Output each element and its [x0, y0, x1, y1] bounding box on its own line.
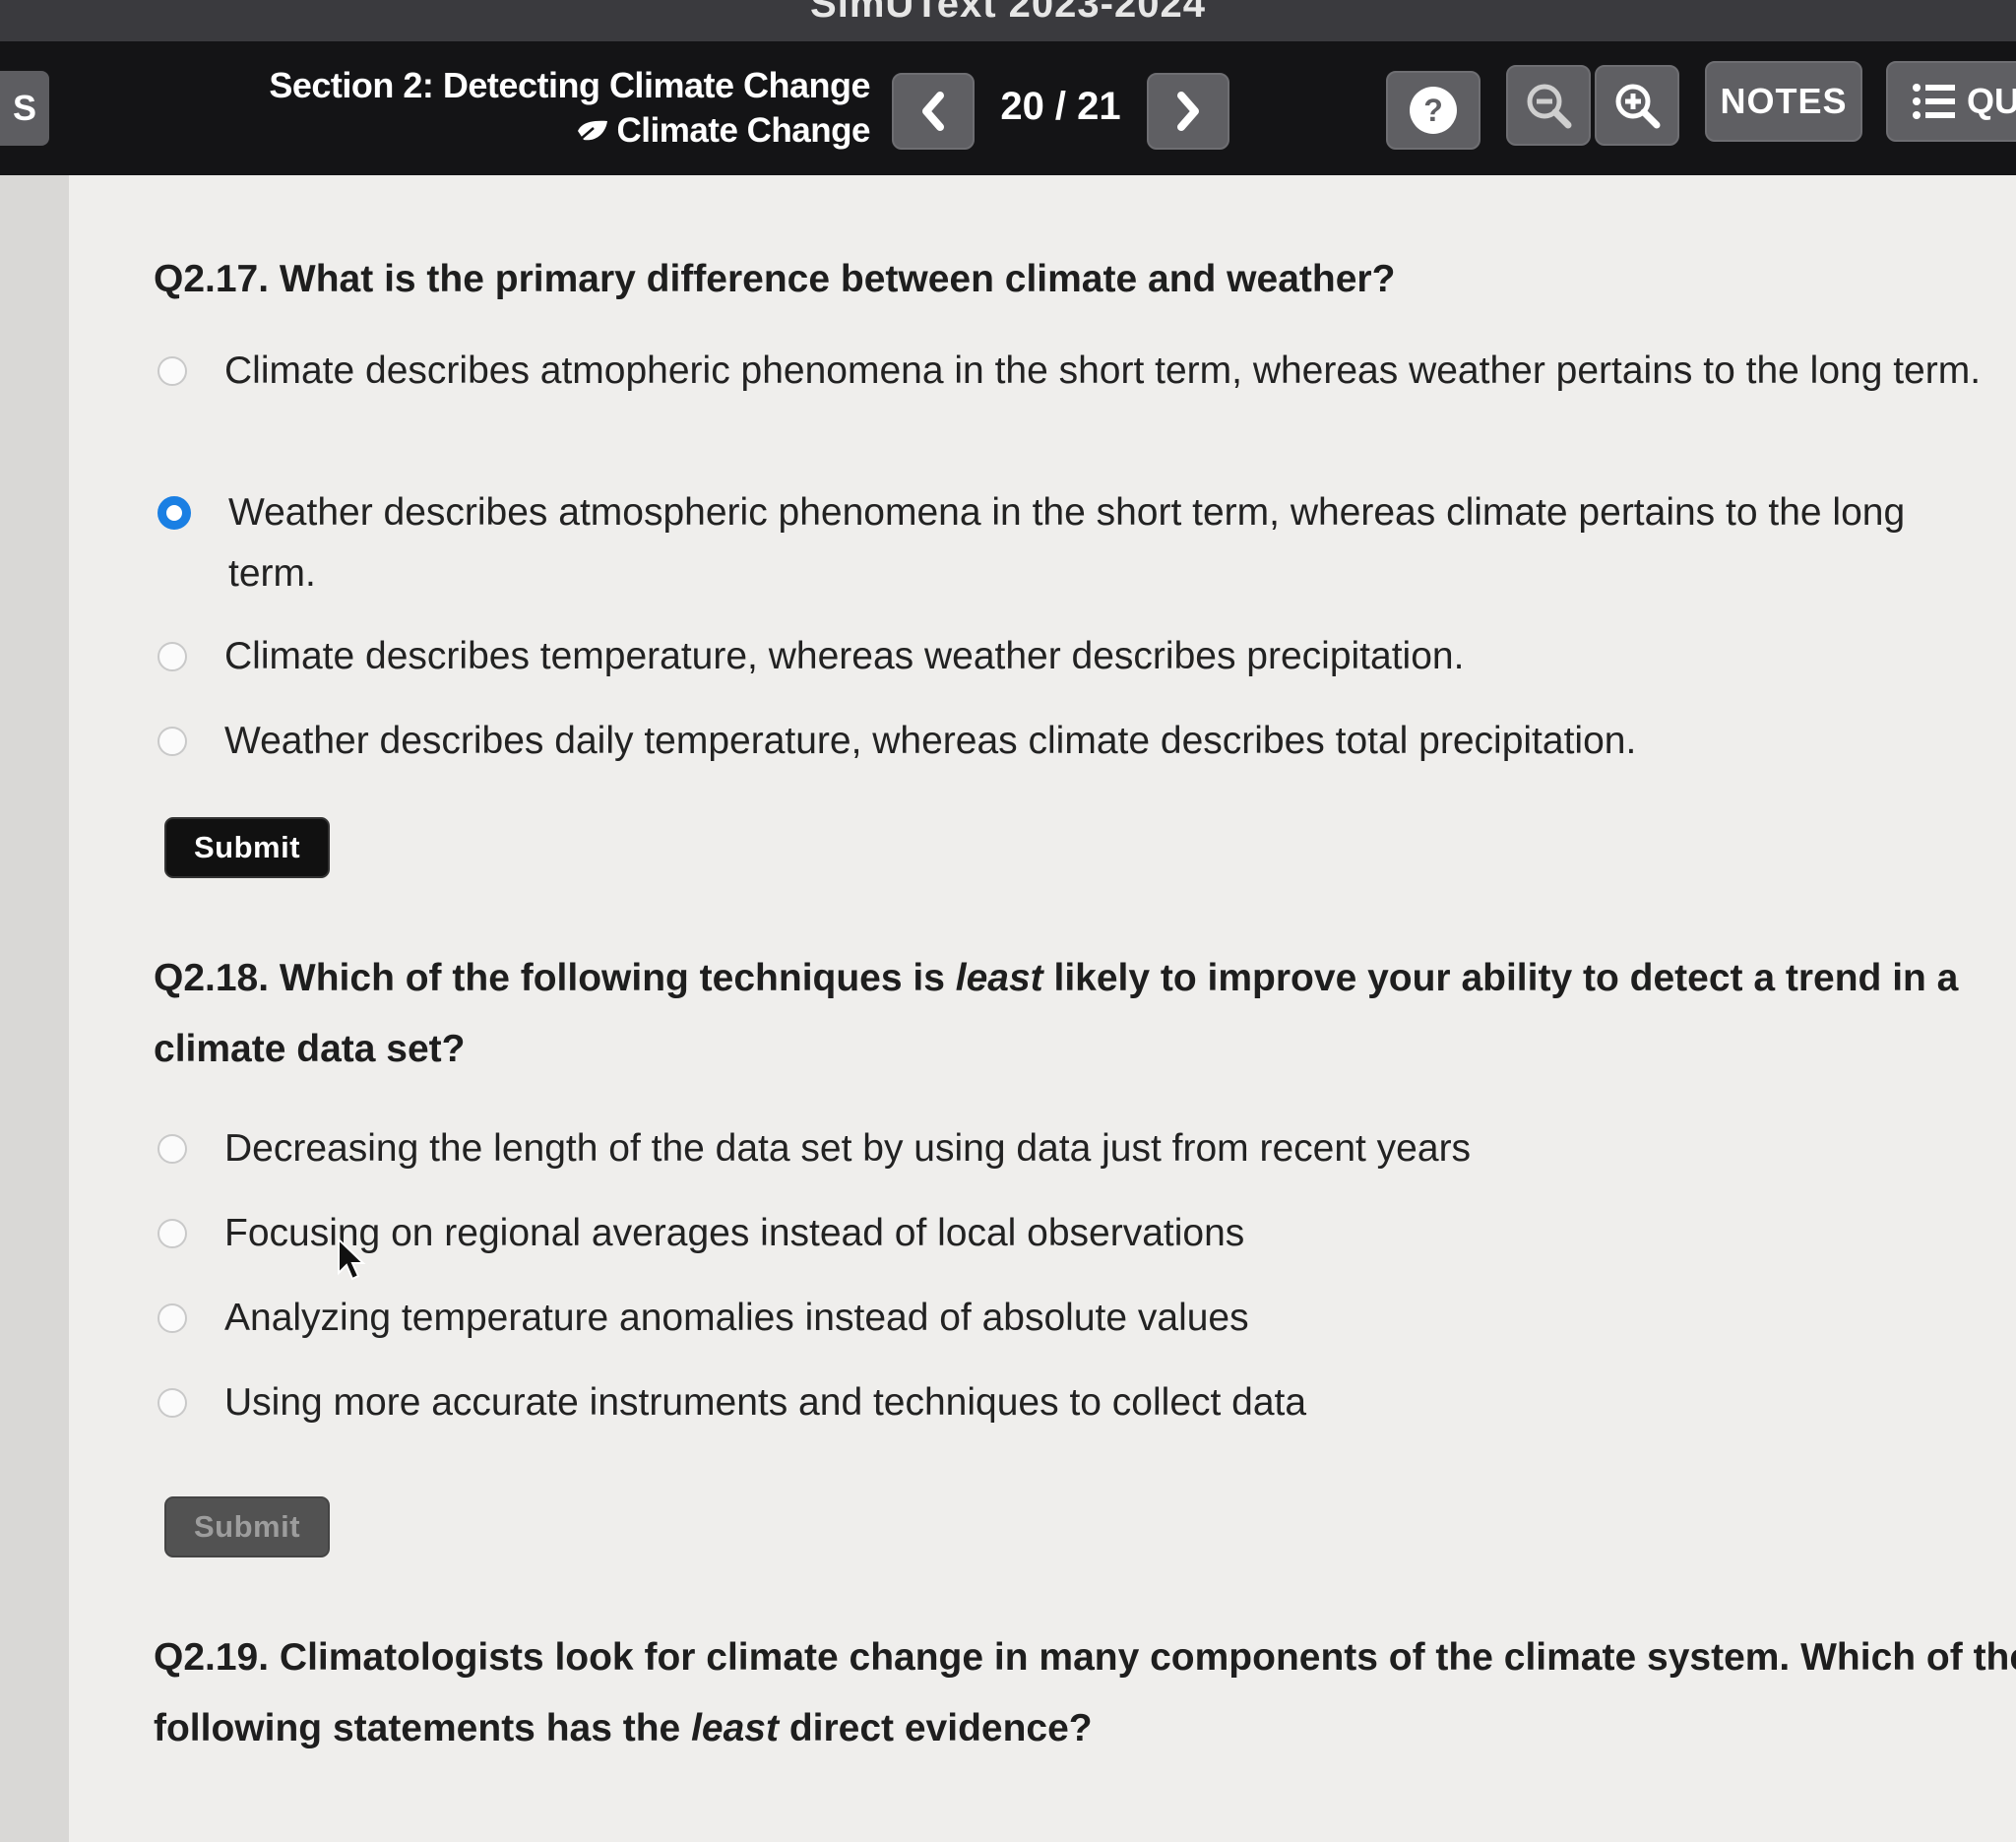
mouse-cursor-icon — [338, 1238, 366, 1281]
option-label: Climate describes atmopheric phenomena i… — [224, 349, 1982, 392]
left-tab-label: S — [12, 88, 36, 128]
radio-button[interactable] — [158, 727, 187, 756]
radio-button[interactable] — [158, 356, 187, 386]
option-label: Weather describes atmospheric phenomena … — [228, 491, 1906, 595]
radio-button[interactable] — [158, 642, 187, 671]
list-icon — [1913, 84, 1955, 119]
subsection-label: Climate Change — [616, 111, 871, 150]
option-q17-c[interactable]: Climate describes temperature, whereas w… — [158, 626, 1998, 687]
zoom-out-icon — [1527, 84, 1572, 129]
question-number: Q2.18. — [154, 957, 280, 999]
question-emphasis: least — [691, 1707, 779, 1749]
zoom-out-button[interactable] — [1506, 65, 1591, 146]
option-label: Focusing on regional averages instead of… — [224, 1212, 1245, 1254]
chevron-right-icon — [1177, 92, 1199, 131]
question-text: What is the primary difference between c… — [279, 258, 1396, 300]
questions-button[interactable]: QU — [1886, 61, 2016, 142]
option-label: Decreasing the length of the data set by… — [224, 1127, 1472, 1170]
option-q18-a[interactable]: Decreasing the length of the data set by… — [158, 1118, 1998, 1179]
zoom-in-icon — [1615, 84, 1661, 129]
option-q17-a[interactable]: Climate describes atmopheric phenomena i… — [158, 341, 1998, 402]
left-panel-tab[interactable]: S — [0, 71, 49, 146]
submit-button-q17[interactable]: Submit — [164, 817, 330, 878]
radio-button[interactable] — [158, 1219, 187, 1248]
radio-button[interactable] — [158, 1134, 187, 1164]
chevron-left-icon — [922, 92, 944, 131]
notes-button[interactable]: NOTES — [1705, 61, 1862, 142]
next-page-button[interactable] — [1147, 73, 1229, 150]
page-counter: 20 / 21 — [1000, 85, 1121, 128]
question-emphasis: least — [955, 957, 1043, 999]
app-title-bar: SimUText 2023-2024 — [0, 0, 2016, 41]
breadcrumb: Section 2: Detecting Climate Change Clim… — [269, 63, 870, 154]
radio-button[interactable] — [158, 1388, 187, 1418]
question-content: Q2.17. What is the primary difference be… — [69, 175, 2016, 1842]
submit-button-q18[interactable]: Submit — [164, 1496, 330, 1557]
question-number: Q2.19. — [154, 1636, 280, 1679]
option-label: Using more accurate instruments and tech… — [224, 1381, 1307, 1424]
option-q17-d[interactable]: Weather describes daily temperature, whe… — [158, 711, 1998, 772]
leaf-icon — [577, 120, 607, 141]
questions-label: QU — [1967, 81, 2016, 121]
previous-page-button[interactable] — [892, 73, 975, 150]
radio-button[interactable] — [158, 1303, 187, 1333]
question-2-17: Q2.17. What is the primary difference be… — [154, 244, 2016, 315]
option-label: Weather describes daily temperature, whe… — [224, 720, 1637, 762]
app-title: SimUText 2023-2024 — [810, 0, 1206, 26]
question-text-before: Which of the following techniques is — [279, 957, 956, 999]
left-gutter — [0, 175, 69, 1842]
help-button[interactable]: ? — [1386, 71, 1480, 150]
radio-button-selected[interactable] — [158, 496, 191, 530]
question-2-18: Q2.18. Which of the following techniques… — [154, 943, 2016, 1085]
question-2-19: Q2.19. Climatologists look for climate c… — [154, 1622, 2016, 1764]
option-label: Climate describes temperature, whereas w… — [224, 635, 1465, 677]
question-text-after: direct evidence? — [778, 1707, 1093, 1749]
option-q18-d[interactable]: Using more accurate instruments and tech… — [158, 1372, 1998, 1433]
question-mark-icon: ? — [1410, 87, 1457, 134]
option-q17-b[interactable]: Weather describes atmospheric phenomena … — [158, 482, 1998, 604]
svg-text:?: ? — [1423, 93, 1443, 128]
notes-label: NOTES — [1720, 81, 1848, 121]
option-q18-c[interactable]: Analyzing temperature anomalies instead … — [158, 1288, 1998, 1349]
subsection-title: Climate Change — [269, 108, 870, 154]
zoom-in-button[interactable] — [1595, 65, 1679, 146]
section-title: Section 2: Detecting Climate Change — [269, 65, 870, 105]
question-number: Q2.17. — [154, 258, 280, 300]
option-q18-b[interactable]: Focusing on regional averages instead of… — [158, 1203, 1998, 1264]
option-label: Analyzing temperature anomalies instead … — [224, 1297, 1249, 1339]
toolbar: S Section 2: Detecting Climate Change Cl… — [0, 41, 2016, 175]
